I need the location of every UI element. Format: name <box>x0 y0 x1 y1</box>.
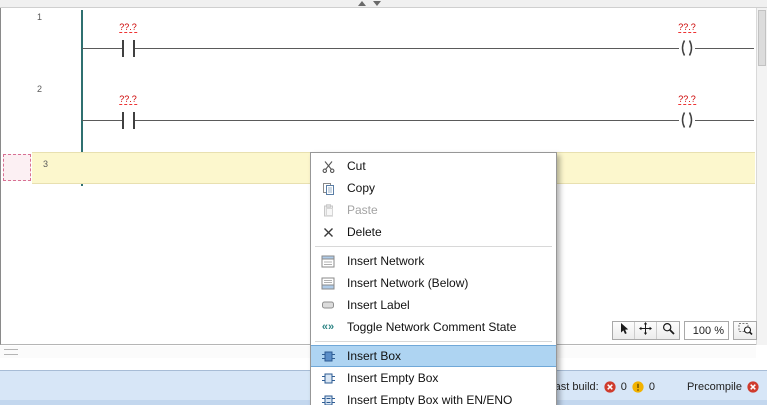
network-selection-marker[interactable] <box>3 154 31 181</box>
menu-item-delete[interactable]: Delete <box>311 221 556 243</box>
menu-item-insert-network-below[interactable]: Insert Network (Below) <box>311 272 556 294</box>
splitter-collapse-down-icon[interactable] <box>373 1 381 6</box>
no-contact-symbol[interactable] <box>122 112 135 129</box>
precompile-label: Precompile <box>686 381 742 393</box>
label-icon <box>317 299 339 311</box>
rung-wire <box>82 120 754 121</box>
menu-separator <box>315 341 552 342</box>
menu-item-insert-empty-box-en-eno[interactable]: Insert Empty Box with EN/ENO <box>311 389 556 405</box>
coil-symbol[interactable] <box>679 39 695 57</box>
error-count: 0 <box>620 381 627 393</box>
coil-operand[interactable]: ??.? <box>678 94 696 105</box>
paste-icon <box>317 203 339 217</box>
horizontal-splitter[interactable] <box>0 0 767 8</box>
context-menu: Cut Copy Paste Delete Insert Network Ins… <box>310 152 557 405</box>
insert-network-below-icon <box>317 277 339 290</box>
lad-box-icon <box>317 350 339 363</box>
menu-item-label: Insert Network <box>347 254 425 268</box>
menu-item-label: Insert Network (Below) <box>347 276 469 290</box>
network-2[interactable]: 2 ??.? ??.? <box>1 80 755 152</box>
coil-operand[interactable]: ??.? <box>678 22 696 33</box>
splitter-collapse-up-icon[interactable] <box>358 1 366 6</box>
zoom-fit-button[interactable] <box>733 321 757 340</box>
view-toolbar: 100 % <box>612 321 757 340</box>
network-number: 2 <box>37 84 43 94</box>
network-number: 1 <box>37 12 43 22</box>
menu-item-insert-box[interactable]: Insert Box <box>311 345 556 367</box>
vertical-scrollbar-thumb[interactable] <box>758 10 766 66</box>
network-number: 3 <box>43 159 49 169</box>
copy-icon <box>317 182 339 195</box>
pan-button[interactable] <box>635 321 657 340</box>
empty-box-icon <box>317 372 339 385</box>
vertical-scrollbar[interactable] <box>756 8 767 345</box>
menu-item-label: Insert Box <box>347 349 402 363</box>
insert-network-icon <box>317 255 339 268</box>
menu-item-label: Delete <box>347 225 382 239</box>
delete-x-icon <box>317 227 339 238</box>
contact-operand[interactable]: ??.? <box>119 22 137 33</box>
menu-item-label: Insert Label <box>347 298 410 312</box>
select-cursor-button[interactable] <box>613 322 635 339</box>
menu-item-label: Insert Empty Box with EN/ENO <box>347 393 513 405</box>
menu-item-label: Toggle Network Comment State <box>347 320 517 334</box>
menu-item-label: Insert Empty Box <box>347 371 439 385</box>
lad-editor-window: 1 ??.? ??.? 2 ??.? ??.? 3 100 % Last bui… <box>0 0 767 405</box>
move-cross-icon <box>639 321 652 340</box>
menu-separator <box>315 246 552 247</box>
zoom-tool-button[interactable] <box>657 322 679 339</box>
scissors-icon <box>317 160 339 173</box>
menu-item-label: Paste <box>347 203 378 217</box>
zoom-level-combo[interactable]: 100 % <box>684 321 729 340</box>
network-1[interactable]: 1 ??.? ??.? <box>1 8 755 80</box>
menu-item-label: Cut <box>347 159 366 173</box>
menu-item-insert-network[interactable]: Insert Network <box>311 250 556 272</box>
precompile-error-icon <box>747 381 759 393</box>
magnifier-icon <box>662 322 675 340</box>
coil-symbol[interactable] <box>679 111 695 129</box>
menu-item-cut[interactable]: Cut <box>311 155 556 177</box>
error-status-icon <box>604 381 616 393</box>
pointer-tools-group <box>612 321 680 340</box>
empty-box-en-eno-icon <box>317 394 339 405</box>
menu-item-copy[interactable]: Copy <box>311 177 556 199</box>
menu-item-insert-label[interactable]: Insert Label <box>311 294 556 316</box>
no-contact-symbol[interactable] <box>122 40 135 57</box>
zoom-fit-icon <box>738 322 753 340</box>
warning-count: 0 <box>648 381 655 393</box>
menu-item-label: Copy <box>347 181 376 195</box>
comment-state-icon: «» <box>321 320 335 333</box>
warning-status-icon <box>632 381 644 393</box>
menu-item-paste: Paste <box>311 199 556 221</box>
contact-operand[interactable]: ??.? <box>119 94 137 105</box>
cursor-arrow-icon <box>618 322 630 340</box>
horizontal-scrollbar-grip[interactable] <box>4 349 18 355</box>
menu-item-insert-empty-box[interactable]: Insert Empty Box <box>311 367 556 389</box>
menu-item-toggle-network-comment[interactable]: «» Toggle Network Comment State <box>311 316 556 338</box>
rung-wire <box>82 48 754 49</box>
